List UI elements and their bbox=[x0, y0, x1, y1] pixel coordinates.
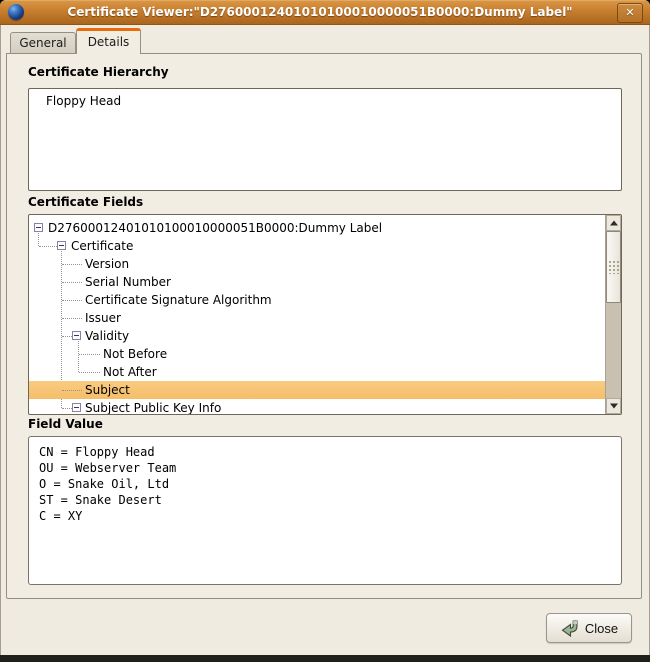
tree-row[interactable]: Issuer bbox=[29, 309, 605, 327]
field-value-line: OU = Webserver Team bbox=[39, 460, 617, 476]
tab-general[interactable]: General bbox=[10, 32, 76, 53]
tree-connector bbox=[79, 372, 100, 373]
list-item[interactable]: Floppy Head bbox=[46, 93, 121, 109]
tree-row[interactable]: Certificate Signature Algorithm bbox=[29, 291, 605, 309]
window-title: Certificate Viewer:"D2760001240101010001… bbox=[30, 0, 610, 24]
tree-connector bbox=[62, 300, 82, 301]
tree-item-label: Subject bbox=[85, 381, 130, 399]
tree-connector bbox=[62, 282, 82, 283]
certificate-fields-rows: D27600012401010100010000051B0000:Dummy L… bbox=[29, 215, 605, 414]
tree-item-label: Subject Public Key Info bbox=[85, 399, 221, 414]
tree-item-label: Serial Number bbox=[85, 273, 171, 291]
tree-item-label: Version bbox=[85, 255, 129, 273]
tree-row[interactable]: Not Before bbox=[29, 345, 605, 363]
close-button[interactable]: Close bbox=[546, 613, 632, 643]
close-button-label: Close bbox=[585, 621, 618, 636]
scrollbar-thumb[interactable] bbox=[606, 231, 621, 303]
field-value-label: Field Value bbox=[28, 417, 103, 431]
tree-connector bbox=[62, 390, 82, 391]
window-close-icon[interactable]: ✕ bbox=[617, 3, 643, 23]
certificate-fields-label: Certificate Fields bbox=[28, 195, 143, 209]
field-value-line: CN = Floppy Head bbox=[39, 444, 617, 460]
field-value-line: ST = Snake Desert bbox=[39, 492, 617, 508]
tree-row[interactable]: Subject bbox=[29, 381, 605, 399]
tree-expander-minus-icon[interactable] bbox=[57, 241, 66, 250]
tree-connector bbox=[62, 264, 82, 265]
tree-item-label: Certificate Signature Algorithm bbox=[85, 291, 272, 309]
tree-row[interactable]: Validity bbox=[29, 327, 605, 345]
tree-item-label: Certificate bbox=[71, 237, 133, 255]
scrollbar-grip-icon bbox=[608, 260, 620, 274]
tree-item-label: Not After bbox=[103, 363, 157, 381]
tree-item-label: Not Before bbox=[103, 345, 167, 363]
tree-connector bbox=[62, 408, 72, 409]
details-tab-panel: Certificate Hierarchy Floppy Head Certif… bbox=[6, 53, 642, 599]
tree-connector bbox=[79, 354, 100, 355]
close-arrow-icon bbox=[560, 619, 580, 638]
certificate-hierarchy-label: Certificate Hierarchy bbox=[28, 65, 169, 79]
scroll-down-button[interactable] bbox=[606, 398, 621, 414]
tree-row[interactable]: Not After bbox=[29, 363, 605, 381]
scroll-up-button[interactable] bbox=[606, 215, 621, 231]
vertical-scrollbar[interactable] bbox=[605, 215, 621, 414]
tree-row[interactable]: Subject Public Key Info bbox=[29, 399, 605, 414]
window-bottom-border bbox=[0, 655, 650, 662]
tree-expander-minus-icon[interactable] bbox=[72, 331, 81, 340]
tree-expander-minus-icon[interactable] bbox=[72, 403, 81, 412]
tree-item-label: D27600012401010100010000051B0000:Dummy L… bbox=[48, 219, 382, 237]
certificate-fields-box: D27600012401010100010000051B0000:Dummy L… bbox=[28, 214, 622, 415]
arrow-up-icon bbox=[610, 221, 618, 226]
arrow-down-icon bbox=[610, 404, 618, 409]
tree-expander-minus-icon[interactable] bbox=[34, 223, 43, 232]
tree-row[interactable]: D27600012401010100010000051B0000:Dummy L… bbox=[29, 219, 605, 237]
tree-item-label: Issuer bbox=[85, 309, 121, 327]
tree-connector bbox=[39, 246, 57, 247]
tree-connector bbox=[62, 318, 82, 319]
tree-row[interactable]: Version bbox=[29, 255, 605, 273]
field-value-line: O = Snake Oil, Ltd bbox=[39, 476, 617, 492]
field-value-line: C = XY bbox=[39, 508, 617, 524]
field-value-box: CN = Floppy HeadOU = Webserver TeamO = S… bbox=[28, 436, 622, 585]
certificate-hierarchy-list[interactable]: Floppy Head bbox=[28, 88, 622, 191]
globe-window-icon bbox=[8, 4, 24, 20]
titlebar[interactable]: Certificate Viewer:"D2760001240101010001… bbox=[0, 0, 650, 25]
tree-connector bbox=[62, 336, 72, 337]
tab-details[interactable]: Details bbox=[76, 28, 141, 54]
tree-row[interactable]: Serial Number bbox=[29, 273, 605, 291]
tree-row[interactable]: Certificate bbox=[29, 237, 605, 255]
field-value-text: CN = Floppy HeadOU = Webserver TeamO = S… bbox=[39, 444, 617, 580]
certificate-viewer-window: Certificate Viewer:"D2760001240101010001… bbox=[0, 0, 650, 662]
tree-item-label: Validity bbox=[85, 327, 129, 345]
